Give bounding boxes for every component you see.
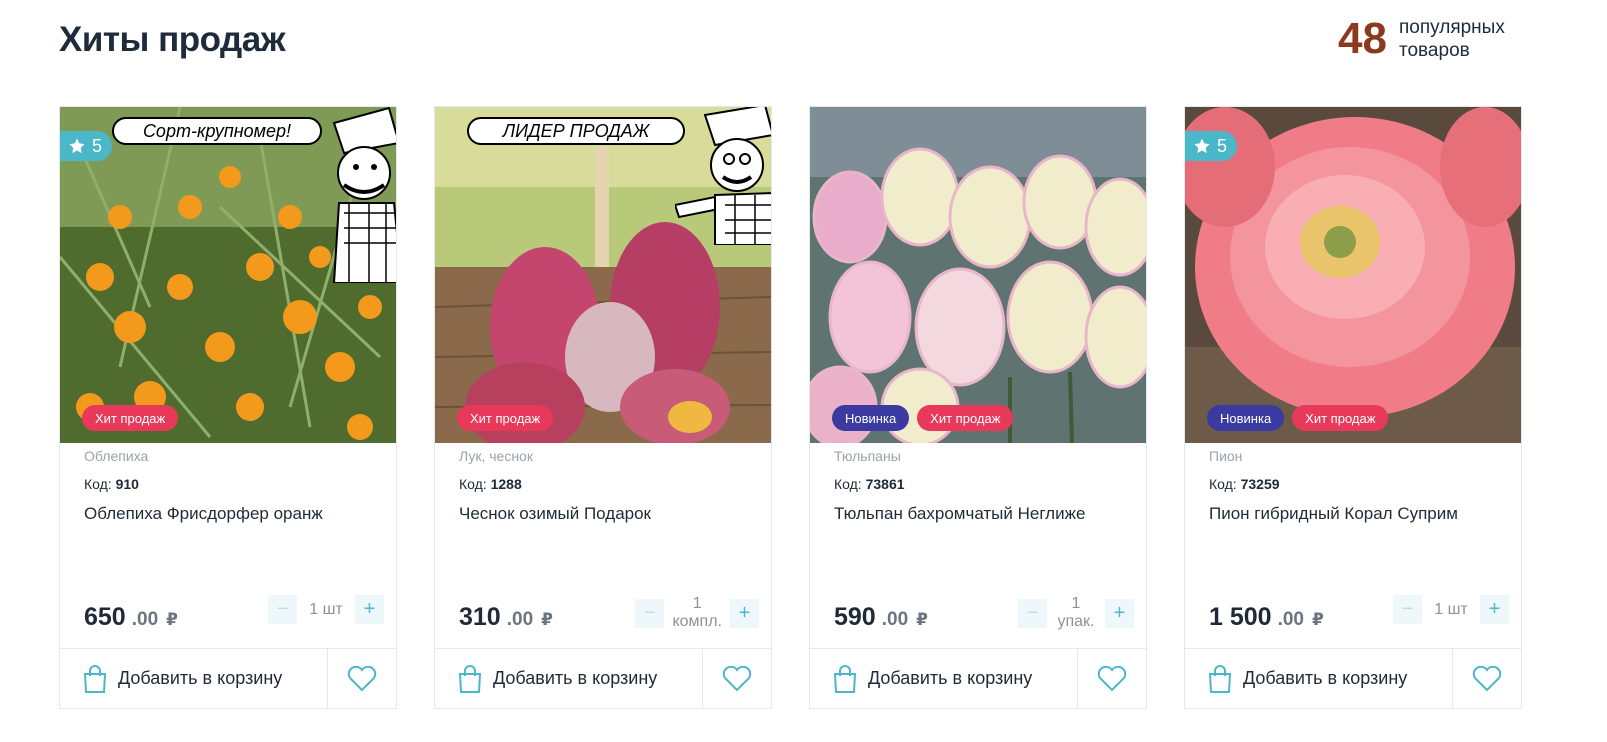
quantity-stepper: − 1 упак. + (1018, 595, 1134, 631)
quantity-stepper: − 1 компл. + (635, 595, 759, 631)
product-price: 650 .00 ₽ (84, 603, 178, 631)
add-to-cart-button[interactable]: Добавить в корзину (1185, 649, 1453, 708)
price-row: 650 .00 ₽ − 1 шт + (84, 595, 384, 645)
new-badge: Новинка (832, 405, 910, 431)
farmer-mascot-icon (332, 107, 396, 283)
heart-icon (722, 665, 752, 691)
shopping-bag-icon (833, 664, 857, 693)
increase-button[interactable]: + (730, 598, 759, 628)
product-code: Код: 910 (84, 476, 139, 492)
rating-badge: 5 (1185, 131, 1238, 161)
badges: Хит продаж (82, 405, 179, 431)
favorite-button[interactable] (703, 649, 771, 708)
product-code: Код: 73259 (1209, 476, 1280, 492)
decrease-button[interactable]: − (1393, 595, 1422, 624)
product-card[interactable]: ЛИДЕР ПРОДАЖ Хит продаж Лук, чеснок Код:… (434, 106, 772, 709)
product-code: Код: 1288 (459, 476, 522, 492)
badges: Хит продаж (457, 405, 554, 431)
shopping-bag-icon (1208, 664, 1232, 693)
quantity-stepper: − 1 шт + (1393, 595, 1509, 624)
product-card[interactable]: 5 Новинка Хит продаж Пион Код: 73259 Пио… (1184, 106, 1522, 709)
increase-button[interactable]: + (355, 595, 384, 624)
new-badge: Новинка (1207, 405, 1285, 431)
price-row: 1 500 .00 ₽ − 1 шт + (1209, 595, 1509, 645)
quantity-value: 1 упак. (1057, 595, 1095, 630)
rating-badge: 5 (60, 131, 113, 161)
product-grid: Сорт-крупномер! 5 Хит продаж Облепиха Ко… (59, 106, 1522, 709)
product-card[interactable]: Сорт-крупномер! 5 Хит продаж Облепиха Ко… (59, 106, 397, 709)
peony-photo (1185, 107, 1521, 443)
product-name[interactable]: Тюльпан бахромчатый Неглиже (834, 504, 1122, 524)
counter-value: 48 (1338, 14, 1387, 63)
tulip-photo (810, 107, 1146, 443)
section-title: Хиты продаж (59, 20, 286, 59)
hit-badge: Хит продаж (917, 405, 1014, 431)
product-category[interactable]: Лук, чеснок (459, 448, 747, 470)
product-name[interactable]: Пион гибридный Корал Суприм (1209, 504, 1497, 524)
add-to-cart-button[interactable]: Добавить в корзину (60, 649, 328, 708)
product-image[interactable]: Сорт-крупномер! 5 Хит продаж (60, 107, 396, 443)
favorite-button[interactable] (328, 649, 396, 708)
decrease-button[interactable]: − (635, 598, 665, 628)
product-code: Код: 73861 (834, 476, 905, 492)
hit-badge: Хит продаж (1292, 405, 1389, 431)
badges: Новинка Хит продаж (1207, 405, 1389, 431)
quantity-stepper: − 1 шт + (268, 595, 384, 624)
promo-sticker: ЛИДЕР ПРОДАЖ (467, 117, 685, 145)
increase-button[interactable]: + (1480, 595, 1509, 624)
popular-counter: 48 популярных товаров (1338, 16, 1519, 62)
product-name[interactable]: Чеснок озимый Подарок (459, 504, 747, 524)
heart-icon (1097, 665, 1127, 691)
heart-icon (1472, 665, 1502, 691)
product-name[interactable]: Облепиха Фрисдорфер оранж (84, 504, 372, 524)
hit-badge: Хит продаж (457, 405, 554, 431)
add-to-cart-button[interactable]: Добавить в корзину (810, 649, 1078, 708)
favorite-button[interactable] (1078, 649, 1146, 708)
farmer-mascot-icon (675, 107, 771, 245)
heart-icon (347, 665, 377, 691)
hit-badge: Хит продаж (82, 405, 179, 431)
rating-value: 5 (1217, 135, 1228, 156)
product-image[interactable]: Новинка Хит продаж (810, 107, 1146, 443)
star-icon (69, 138, 85, 154)
quantity-value: 1 шт (1434, 600, 1468, 618)
product-category[interactable]: Тюльпаны (834, 448, 1122, 470)
product-card[interactable]: Новинка Хит продаж Тюльпаны Код: 73861 Т… (809, 106, 1147, 709)
rating-value: 5 (92, 135, 103, 156)
quantity-value: 1 компл. (672, 595, 722, 630)
product-category[interactable]: Пион (1209, 448, 1497, 470)
add-to-cart-button[interactable]: Добавить в корзину (435, 649, 703, 708)
product-image[interactable]: ЛИДЕР ПРОДАЖ Хит продаж (435, 107, 771, 443)
price-row: 310 .00 ₽ − 1 компл. + (459, 595, 759, 645)
increase-button[interactable]: + (1105, 598, 1134, 628)
product-price: 590 .00 ₽ (834, 603, 928, 631)
product-image[interactable]: 5 Новинка Хит продаж (1185, 107, 1521, 443)
counter-label: популярных товаров (1399, 17, 1505, 61)
favorite-button[interactable] (1453, 649, 1521, 708)
promo-sticker: Сорт-крупномер! (112, 117, 322, 145)
badges: Новинка Хит продаж (832, 405, 1014, 431)
price-row: 590 .00 ₽ − 1 упак. + (834, 595, 1134, 645)
decrease-button[interactable]: − (1018, 598, 1047, 628)
product-category[interactable]: Облепиха (84, 448, 372, 470)
quantity-value: 1 шт (309, 600, 343, 618)
product-price: 310 .00 ₽ (459, 603, 553, 631)
star-icon (1194, 138, 1210, 154)
shopping-bag-icon (458, 664, 482, 693)
shopping-bag-icon (83, 664, 107, 693)
product-price: 1 500 .00 ₽ (1209, 603, 1324, 631)
decrease-button[interactable]: − (268, 595, 297, 624)
